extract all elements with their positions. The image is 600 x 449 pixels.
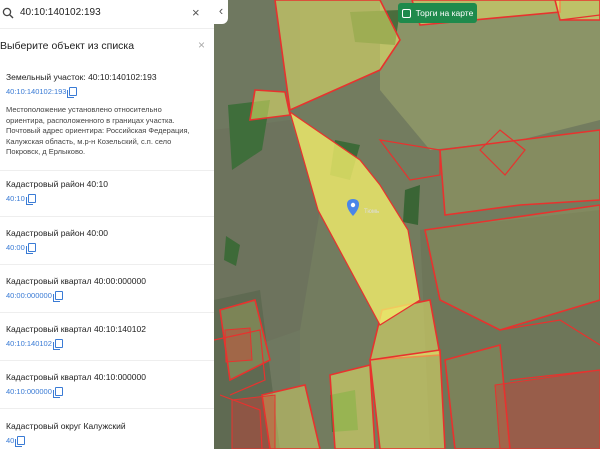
divider [0,216,214,217]
list-item[interactable]: Кадастровый квартал 40:10:000000 40:10:0… [6,372,206,398]
search-input[interactable]: 40:10:140102:193 [20,7,101,18]
search-bar: 40:10:140102:193 × [0,0,214,29]
cadastral-number-link[interactable]: 40:10:140102:193 [6,87,206,98]
item-title: Кадастровый квартал 40:10:000000 [6,372,146,382]
cadastral-number[interactable]: 40:10:140102:193 [6,87,66,96]
search-icon[interactable] [2,7,14,19]
cadastral-number[interactable]: 40:10:000000 [6,387,52,396]
copy-icon[interactable] [15,436,26,447]
cadastral-number[interactable]: 40:00:000000 [6,291,52,300]
cadastral-number[interactable]: 40 [6,436,14,445]
close-panel-icon[interactable]: × [198,38,205,52]
item-title: Кадастровый квартал 40:00:000000 [6,276,146,286]
cadastral-number-link[interactable]: 40:00:000000 [6,291,206,302]
cadastral-number[interactable]: 40:00 [6,243,25,252]
copy-icon[interactable] [52,339,63,350]
map-view[interactable] [214,0,600,449]
list-item[interactable]: Кадастровый округ Калужский 40 [6,421,206,447]
cadastral-number[interactable]: 40:10:140102 [6,339,52,348]
item-title: Земельный участок: 40:10:140102:193 [6,72,157,82]
settlement-label: Тюмь [364,209,380,215]
list-item[interactable]: Кадастровый район 40:00 40:00 [6,228,206,254]
copy-icon[interactable] [25,194,36,205]
item-title: Кадастровый район 40:00 [6,228,108,238]
divider [0,170,214,171]
object-panel: 40:10:140102:193 × Выберите объект из сп… [0,0,214,449]
item-title: Кадастровый округ Калужский [6,421,126,431]
divider [0,264,214,265]
list-item[interactable]: Кадастровый квартал 40:00:000000 40:00:0… [6,276,206,302]
address-text: Местоположение установлено относительно … [6,105,190,156]
list-item[interactable]: Кадастровый квартал 40:10:140102 40:10:1… [6,324,206,350]
clear-search-icon[interactable]: × [192,5,200,20]
item-title: Кадастровый квартал 40:10:140102 [6,324,146,334]
collapse-panel-button[interactable]: ‹ [214,0,228,24]
cadastral-number-link[interactable]: 40:00 [6,243,206,254]
panel-title: Выберите объект из списка [0,40,135,52]
satellite-map[interactable] [214,0,600,449]
copy-icon[interactable] [52,387,63,398]
cadastral-number-link[interactable]: 40:10 [6,194,206,205]
divider [0,360,214,361]
list-item[interactable]: Земельный участок: 40:10:140102:193 40:1… [6,72,206,158]
torgi-toggle-button[interactable]: Торги на карте [398,3,477,23]
cadastral-number-link[interactable]: 40 [6,436,206,447]
list-item[interactable]: Кадастровый район 40:10 40:10 [6,179,206,205]
cadastral-number-link[interactable]: 40:10:140102 [6,339,206,350]
torgi-label: Торги на карте [415,8,474,18]
divider [0,408,214,409]
divider [0,312,214,313]
copy-icon[interactable] [52,291,63,302]
item-title: Кадастровый район 40:10 [6,179,108,189]
cadastral-number-link[interactable]: 40:10:000000 [6,387,206,398]
copy-icon[interactable] [25,243,36,254]
copy-icon[interactable] [67,87,78,98]
checkbox-icon[interactable] [401,8,411,18]
cadastral-number[interactable]: 40:10 [6,194,25,203]
